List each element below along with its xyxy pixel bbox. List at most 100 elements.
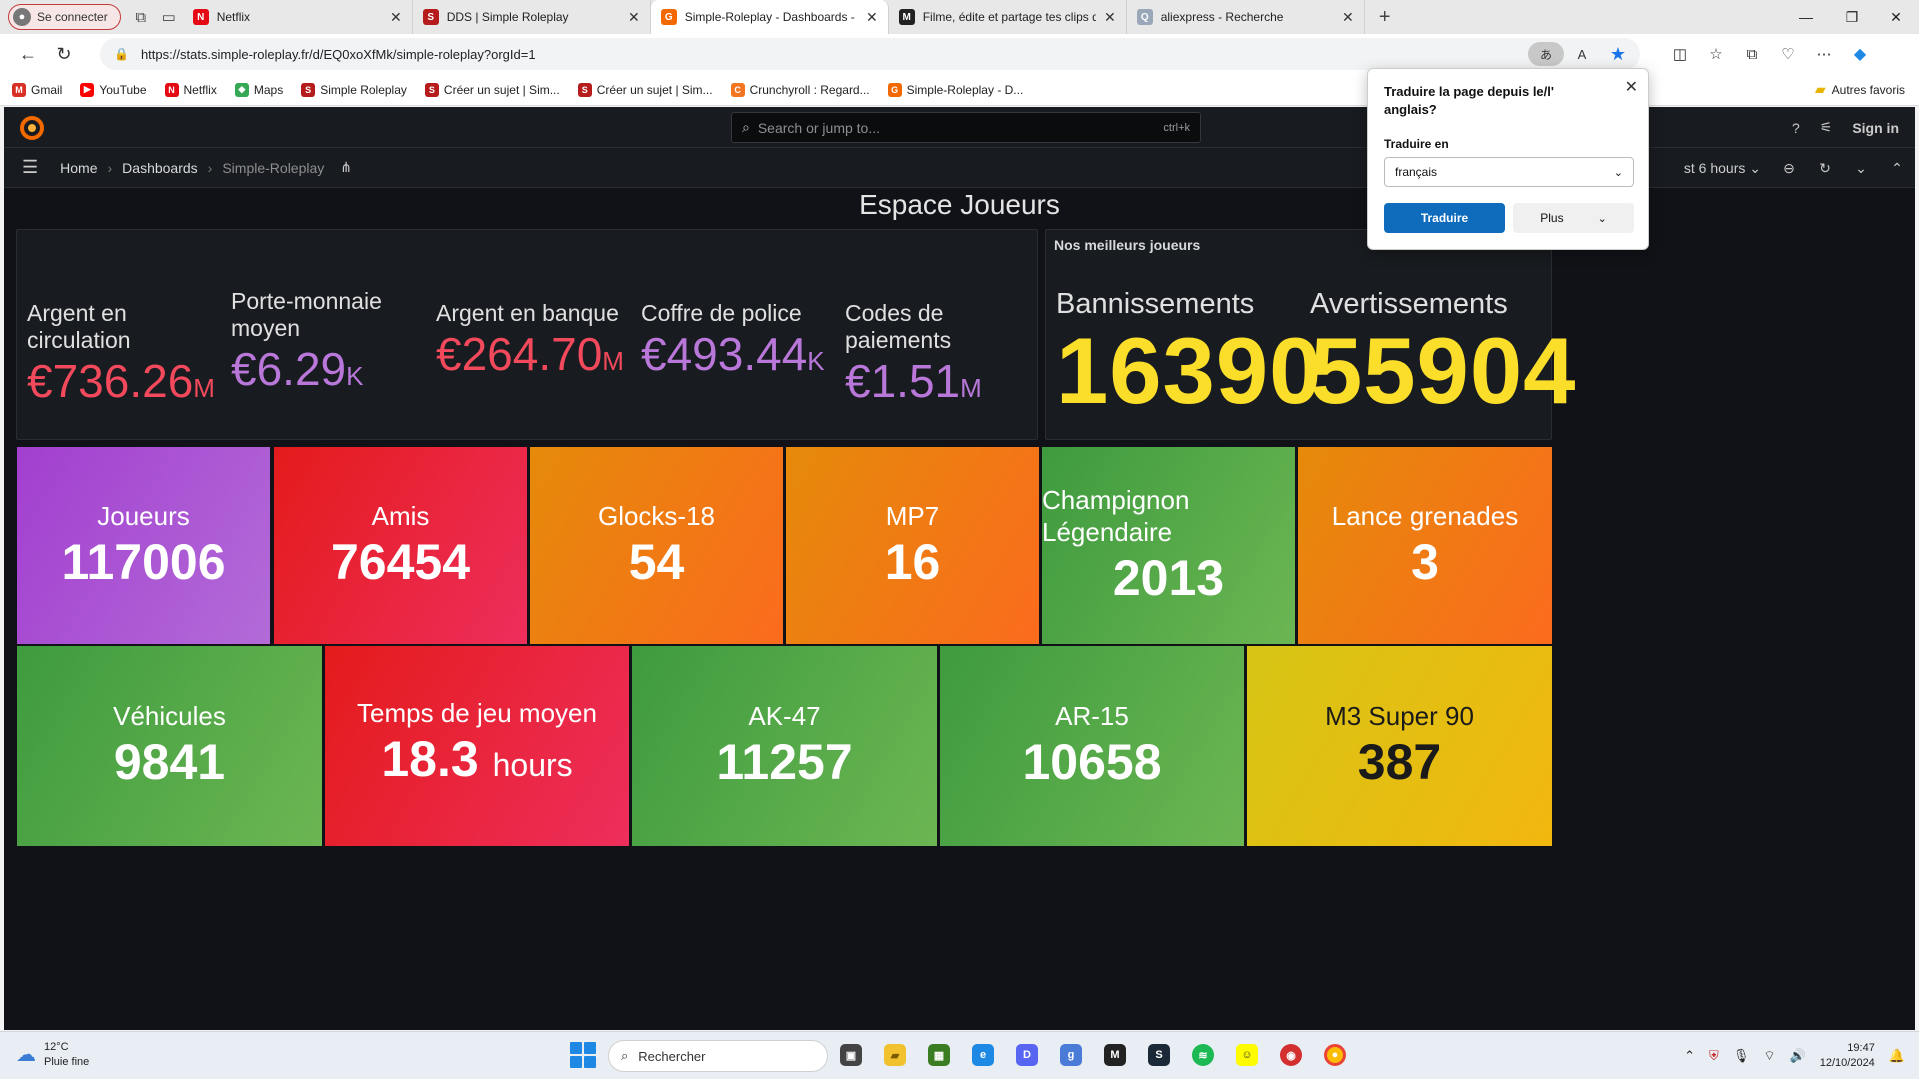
tab-netflix[interactable]: N Netflix ✕ [183, 0, 413, 34]
tab-medal[interactable]: M Filme, édite et partage tes clips de ✕ [889, 0, 1127, 34]
menu-icon[interactable]: ☰ [22, 157, 38, 178]
sign-in-link[interactable]: Sign in [1852, 120, 1899, 136]
favorite-star-icon[interactable]: ★ [1600, 38, 1636, 70]
more-options-icon[interactable]: ⋯ [1806, 38, 1842, 70]
new-tab-icon[interactable]: + [1371, 3, 1399, 31]
security-icon[interactable]: ⛨ [1709, 1048, 1719, 1064]
bookmark-label: Simple-Roleplay - D... [906, 82, 1024, 97]
rss-icon[interactable]: ⚟ [1820, 119, 1833, 136]
stat-tile[interactable]: AR-15 10658 [940, 646, 1244, 846]
breadcrumb-home[interactable]: Home [60, 160, 97, 176]
workspaces-icon[interactable]: ⧉ [127, 3, 155, 31]
wifi-icon[interactable]: ⌔ [1763, 1048, 1775, 1064]
close-icon[interactable]: ✕ [1625, 77, 1638, 97]
favorites-icon[interactable]: ☆ [1698, 38, 1734, 70]
bookmark-crunchyroll[interactable]: C Crunchyroll : Regard... [730, 82, 870, 97]
time-range-label: st 6 hours [1683, 159, 1746, 176]
stat-tile[interactable]: Champignon Légendaire 2013 [1042, 447, 1295, 644]
start-button[interactable] [570, 1042, 596, 1068]
help-icon[interactable]: ? [1792, 120, 1800, 136]
close-tab-icon[interactable]: ✕ [1342, 9, 1354, 26]
snapchat-icon[interactable]: ☺ [1232, 1038, 1262, 1072]
tile-value: 76454 [331, 532, 470, 592]
share-icon[interactable]: ⋔ [340, 159, 352, 176]
medal-icon[interactable]: M [1100, 1038, 1130, 1072]
minecraft-icon[interactable]: ▦ [924, 1038, 954, 1072]
clock-date: 12/10/2024 [1819, 1057, 1875, 1069]
back-icon[interactable]: ← [10, 38, 46, 70]
translate-button[interactable]: Traduire [1384, 203, 1505, 233]
bookmark-simple-roleplay[interactable]: S Simple Roleplay [301, 82, 407, 97]
stat-tile[interactable]: Joueurs 117006 [17, 447, 270, 644]
profile-button[interactable]: ● Se connecter [8, 4, 121, 30]
bookmark-create-topic-1[interactable]: S Créer un sujet | Sim... [424, 82, 560, 97]
gog-icon[interactable]: g [1056, 1038, 1086, 1072]
edge-icon[interactable]: e [968, 1038, 998, 1072]
bookmark-netflix[interactable]: N Netflix [164, 82, 217, 97]
tab-grafana-dashboard[interactable]: G Simple-Roleplay - Dashboards - G ✕ [650, 0, 889, 34]
browser-essentials-icon[interactable]: ♡ [1770, 38, 1806, 70]
stat-avertissements: Avertissements 55904 [1310, 288, 1576, 421]
close-window-icon[interactable]: ✕ [1873, 0, 1919, 34]
netflix-icon: N [164, 82, 179, 97]
close-tab-icon[interactable]: ✕ [390, 9, 402, 26]
close-tab-icon[interactable]: ✕ [628, 9, 640, 26]
microphone-icon[interactable]: 🎙 [1733, 1048, 1750, 1064]
refresh-interval-chevron-icon[interactable]: ⌄ [1843, 160, 1879, 177]
stat-label: Argent en circulation [27, 300, 131, 353]
bookmark-maps[interactable]: ◆ Maps [234, 82, 283, 97]
spotify-icon[interactable]: ≋ [1188, 1038, 1218, 1072]
podcast-icon[interactable]: ◉ [1276, 1038, 1306, 1072]
discord-icon[interactable]: D [1012, 1038, 1042, 1072]
stat-tile[interactable]: MP7 16 [786, 447, 1039, 644]
tab-label: DDS | Simple Roleplay [446, 10, 569, 24]
split-screen-icon[interactable]: ◫ [1662, 38, 1698, 70]
chevron-up-icon[interactable]: ⌃ [1684, 1048, 1695, 1064]
volume-icon[interactable]: 🔊 [1790, 1048, 1806, 1064]
copilot-icon[interactable]: ◆ [1842, 38, 1878, 70]
minimize-icon[interactable]: — [1783, 0, 1829, 34]
language-select[interactable]: français ⌄ [1384, 157, 1634, 187]
more-button[interactable]: Plus ⌄ [1513, 203, 1634, 233]
stat-tile[interactable]: Lance grenades 3 [1298, 447, 1552, 644]
bookmark-gmail[interactable]: M Gmail [12, 82, 62, 97]
zoom-out-icon[interactable]: ⊖ [1771, 160, 1807, 177]
weather-widget[interactable]: ☁ 12°C Pluie fine [16, 1040, 89, 1070]
time-range-picker[interactable]: st 6 hours ⌄ [1674, 160, 1771, 177]
grafana-logo-icon[interactable] [20, 116, 44, 140]
search-input[interactable]: ⌕ Search or jump to... ctrl+k [731, 112, 1201, 143]
breadcrumb-dashboards[interactable]: Dashboards [122, 160, 198, 176]
refresh-icon[interactable]: ↻ [46, 38, 82, 70]
notification-bell-icon[interactable]: 🔔 [1889, 1048, 1905, 1064]
weather-condition: Pluie fine [44, 1056, 90, 1068]
tile-label: AK-47 [748, 701, 821, 731]
restore-icon[interactable]: ❐ [1829, 0, 1875, 34]
tab-aliexpress[interactable]: Q aliexpress - Recherche ✕ [1127, 0, 1365, 34]
read-aloud-icon[interactable]: A [1564, 38, 1600, 70]
stat-tile[interactable]: Glocks-18 54 [530, 447, 783, 644]
stat-tile[interactable]: Véhicules 9841 [17, 646, 322, 846]
bookmark-create-topic-2[interactable]: S Créer un sujet | Sim... [577, 82, 713, 97]
collections-icon[interactable]: ⧉ [1734, 38, 1770, 70]
url-field[interactable]: 🔒 https://stats.simple-roleplay.fr/d/EQ0… [100, 38, 1640, 70]
translate-icon[interactable]: あ [1528, 42, 1564, 66]
stat-tile[interactable]: AK-47 11257 [632, 646, 937, 846]
chrome-icon[interactable]: ● [1320, 1038, 1350, 1072]
clock[interactable]: 19:47 12/10/2024 [1820, 1041, 1875, 1071]
other-bookmarks[interactable]: ▰ Autres favoris [1815, 81, 1905, 98]
tab-dds[interactable]: S DDS | Simple Roleplay ✕ [413, 0, 651, 34]
taskbar-search[interactable]: ⌕ Rechercher [608, 1040, 828, 1072]
task-view-icon[interactable]: ▣ [836, 1038, 866, 1072]
collapse-chevron-icon[interactable]: ⌃ [1879, 160, 1915, 177]
close-tab-icon[interactable]: ✕ [866, 9, 878, 26]
refresh-dashboard-icon[interactable]: ↻ [1807, 160, 1843, 177]
bookmark-youtube[interactable]: ▶ YouTube [80, 82, 147, 97]
steam-icon[interactable]: S [1144, 1038, 1174, 1072]
close-tab-icon[interactable]: ✕ [1104, 9, 1116, 26]
stat-tile[interactable]: Amis 76454 [274, 447, 527, 644]
stat-tile[interactable]: Temps de jeu moyen 18.3 hours [325, 646, 629, 846]
tab-actions-icon[interactable]: ▭ [155, 3, 183, 31]
stat-tile[interactable]: M3 Super 90 387 [1247, 646, 1552, 846]
bookmark-grafana[interactable]: G Simple-Roleplay - D... [887, 82, 1024, 97]
file-explorer-icon[interactable]: ▰ [880, 1038, 910, 1072]
